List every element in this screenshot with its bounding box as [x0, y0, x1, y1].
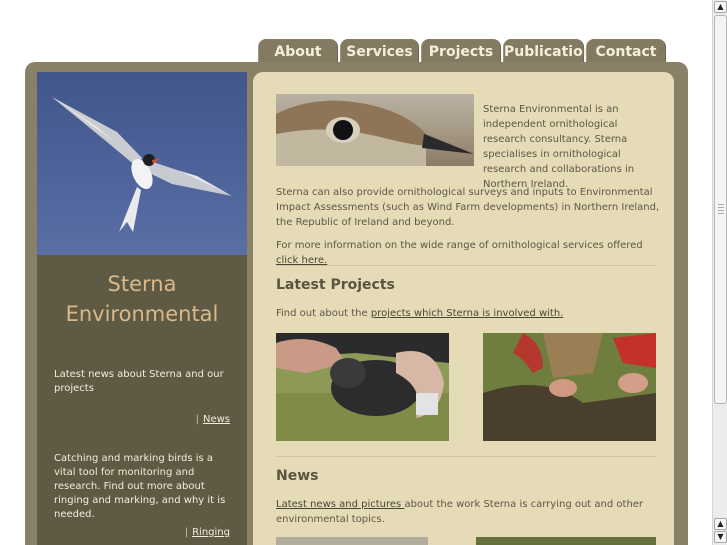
sidebar: Sterna Environmental Latest news about S… — [37, 72, 247, 545]
scroll-thumb[interactable] — [714, 15, 727, 404]
chick-icon — [276, 333, 449, 441]
grip-line — [718, 204, 724, 205]
bird-head-icon — [276, 100, 474, 166]
scroll-down-arrow-icon: ▼ — [717, 532, 724, 541]
projects-link[interactable]: projects which Sterna is involved with. — [371, 308, 564, 319]
news-heading: News — [276, 468, 319, 484]
ringing-link-row: | Ringing — [185, 527, 230, 538]
vertical-scrollbar[interactable]: ▲ ▲ ▼ — [712, 0, 727, 545]
news-link[interactable]: News — [203, 414, 230, 425]
intro-paragraph-3: For more information on the wide range o… — [276, 238, 661, 268]
news-blurb: Latest news about Sterna and our project… — [54, 369, 224, 394]
project-photo-burrow[interactable] — [483, 333, 656, 441]
grip-line — [718, 213, 724, 214]
separator: | — [184, 527, 189, 538]
scroll-up-arrow-icon: ▲ — [717, 2, 724, 11]
project-photo-chick[interactable] — [276, 333, 449, 441]
divider — [276, 456, 656, 457]
tern-photo — [37, 72, 247, 255]
scroll-up-button[interactable]: ▲ — [714, 1, 727, 13]
tern-icon — [52, 97, 232, 232]
ringing-link[interactable]: Ringing — [192, 527, 230, 538]
grip-line — [718, 210, 724, 211]
news-photo-2[interactable] — [476, 537, 656, 545]
brand-line-2: Environmental — [65, 302, 219, 326]
scroll-up-arrow-icon: ▲ — [717, 519, 724, 528]
projects-text: Find out about the — [276, 308, 371, 319]
ringing-blurb: Catching and marking birds is a vital to… — [54, 453, 226, 520]
scroll-down-button[interactable]: ▼ — [714, 531, 727, 543]
news-intro: Latest news and pictures about the work … — [276, 497, 661, 527]
main-content: Sterna Environmental is an independent o… — [253, 72, 674, 545]
news-pictures-link[interactable]: Latest news and pictures — [276, 499, 404, 510]
intro-text: For more information on the wide range o… — [276, 240, 643, 251]
divider — [276, 265, 656, 266]
bird-closeup-photo — [276, 94, 474, 166]
scroll-up-button-lower[interactable]: ▲ — [714, 518, 727, 530]
news-link-row: | News — [196, 414, 230, 425]
intro-paragraph-1: Sterna Environmental is an independent o… — [483, 104, 635, 190]
grip-line — [718, 207, 724, 208]
separator: | — [195, 414, 199, 425]
intro-paragraph-2: Sterna can also provide ornithological s… — [276, 187, 660, 228]
projects-heading: Latest Projects — [276, 277, 395, 293]
brand-line-1: Sterna — [107, 272, 177, 296]
brand-name: Sterna Environmental — [37, 269, 247, 329]
news-photo-1[interactable] — [276, 537, 428, 545]
projects-intro: Find out about the projects which Sterna… — [276, 306, 661, 321]
burrow-icon — [483, 333, 656, 441]
